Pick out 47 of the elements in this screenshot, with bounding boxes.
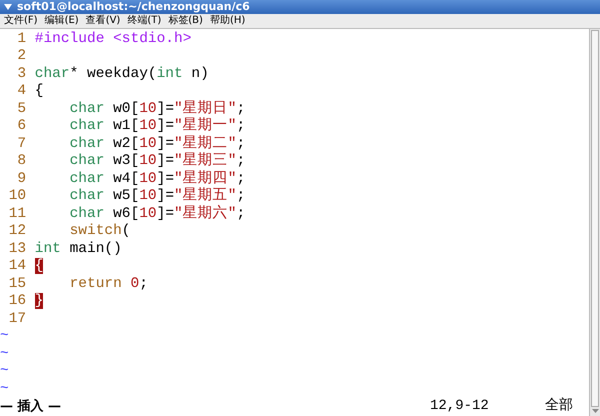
code-line: char w4[10]="星期四";: [68, 170, 246, 187]
line-number: 1: [16, 30, 26, 48]
empty-line-marker: ~: [0, 380, 9, 398]
menu-item[interactable]: 文件(F): [4, 14, 38, 28]
line-number: 14: [8, 258, 26, 276]
menu-item[interactable]: 标签(B): [168, 14, 203, 28]
code-line: char w6[10]="星期六";: [68, 206, 246, 223]
code-line: {: [34, 83, 44, 100]
menu-item[interactable]: 帮助(H): [210, 14, 246, 28]
code-line: char w3[10]="星期三";: [68, 153, 246, 170]
line-number: 10: [8, 188, 26, 206]
code-line: char w1[10]="星期一";: [68, 118, 246, 135]
line-number: 11: [8, 206, 26, 223]
line-number: 8: [16, 153, 26, 170]
code-line: int main(): [34, 240, 122, 258]
code-line: char w5[10]="星期五";: [68, 188, 246, 204]
line-number: 12: [8, 223, 26, 240]
code-line: char* weekday(int n): [34, 66, 209, 83]
empty-line-marker: ~: [0, 328, 9, 346]
line-number: 17: [8, 310, 26, 328]
scroll-down-arrow-icon[interactable]: [590, 408, 600, 414]
empty-line-marker: ~: [0, 346, 9, 363]
mode-indicator: — 插入 —: [0, 398, 62, 416]
line-number: 15: [8, 276, 26, 293]
menu-item[interactable]: 终端(T): [127, 14, 162, 28]
line-number: 16: [8, 293, 26, 310]
line-number: 9: [16, 170, 26, 188]
line-number: 2: [16, 48, 26, 66]
line-number: 5: [16, 100, 26, 118]
line-number: 3: [16, 66, 26, 83]
code-line: return 0;: [68, 276, 148, 293]
scroll-position: 全部: [545, 398, 573, 416]
code-line: #include <stdio.h>: [34, 30, 192, 48]
menu-item[interactable]: 查看(V): [86, 14, 120, 28]
code-line: char w0[10]="星期日";: [68, 100, 246, 117]
window-menu-icon[interactable]: [4, 4, 12, 10]
cursor-position: 12,9-12: [430, 398, 490, 416]
line-number: 13: [8, 240, 26, 258]
code-line: char w2[10]="星期二";: [68, 136, 246, 152]
line-number: 7: [16, 136, 26, 153]
code-line: switch(: [68, 223, 130, 240]
window-title: soft01@localhost:~/chenzongquan/c6: [17, 0, 250, 14]
menu-item[interactable]: 编辑(E): [44, 14, 79, 28]
line-number: 4: [16, 83, 26, 100]
scrollbar[interactable]: [589, 28, 600, 416]
empty-line-marker: ~: [0, 363, 9, 380]
line-number: 6: [16, 118, 26, 136]
